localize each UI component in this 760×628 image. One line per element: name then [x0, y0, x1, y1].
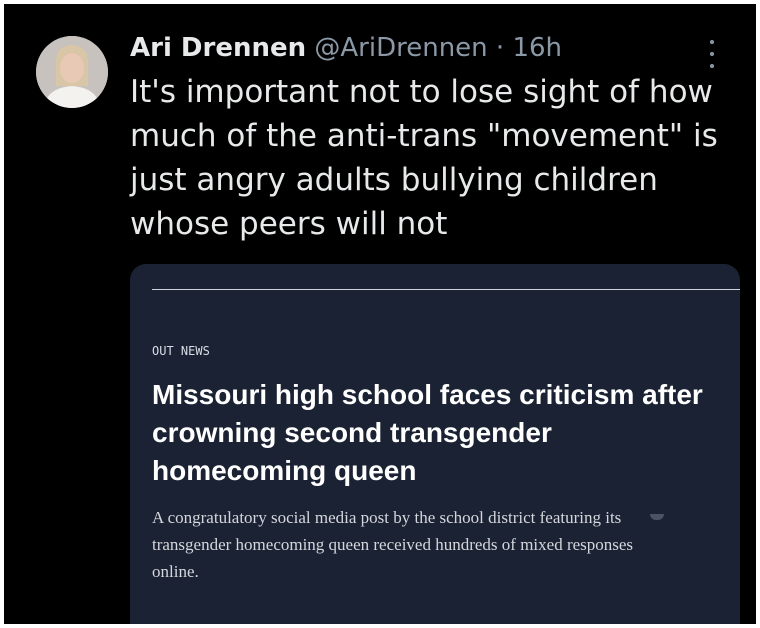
dot-icon — [710, 52, 714, 56]
link-preview-card[interactable]: OUT NEWS Missouri high school faces crit… — [130, 264, 740, 624]
dot-icon — [710, 64, 714, 68]
dot-icon — [710, 40, 714, 44]
article-headline[interactable]: Missouri high school faces criticism aft… — [152, 376, 732, 490]
separator-dot: · — [495, 33, 505, 63]
author-handle[interactable]: @AriDrennen — [314, 33, 487, 63]
summary-line: A congratulatory social media post by th… — [152, 508, 622, 527]
author-name[interactable]: Ari Drennen — [130, 33, 306, 63]
tweet-screenshot: Ari Drennen @AriDrennen · 16h It's impor… — [4, 4, 756, 624]
divider — [152, 289, 740, 290]
timestamp[interactable]: 16h — [512, 33, 562, 63]
tweet-text: It's important not to lose sight of how … — [130, 70, 730, 246]
summary-line: transgender homecoming queen received hu… — [152, 535, 634, 554]
tweet-text-line: whose peers will not — [130, 206, 448, 242]
tweet-text-line: just angry adults bullying children — [130, 162, 658, 198]
headline-line: Missouri high school faces criticism aft… — [152, 379, 703, 410]
more-options-icon[interactable] — [706, 40, 718, 68]
headline-line: crowning second transgender — [152, 417, 552, 448]
article-kicker: OUT NEWS — [152, 344, 210, 358]
headline-line: homecoming queen — [152, 455, 417, 486]
avatar[interactable] — [36, 36, 108, 108]
article-summary: A congratulatory social media post by th… — [152, 504, 732, 585]
tweet-text-line: much of the anti-trans "movement" is — [130, 118, 718, 154]
summary-line: online. — [152, 562, 199, 581]
tweet-header: Ari Drennen @AriDrennen · 16h — [130, 30, 562, 66]
tweet-text-line: It's important not to lose sight of how — [130, 74, 713, 110]
